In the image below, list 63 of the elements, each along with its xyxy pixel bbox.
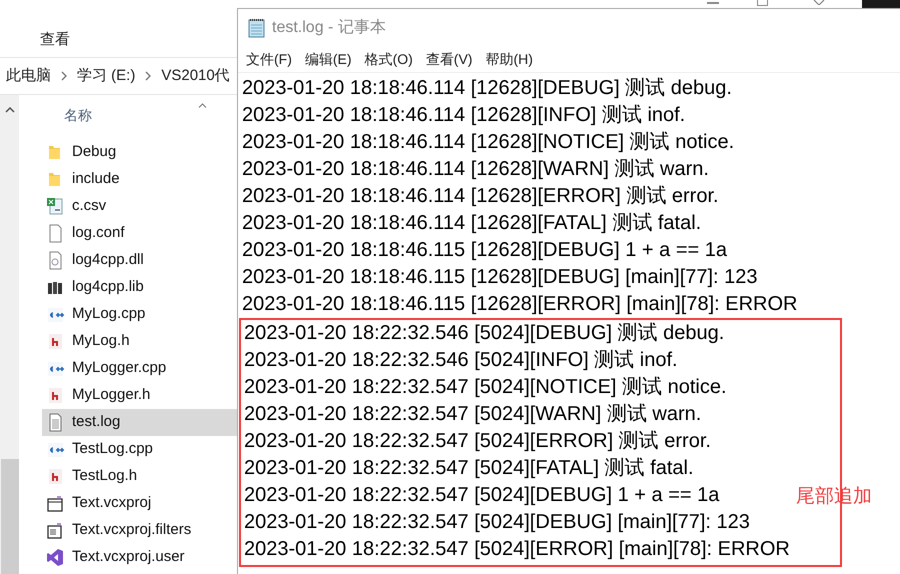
file-row[interactable]: log.conf [42, 220, 237, 247]
log-line: 2023-01-20 18:22:32.546 [5024][DEBUG] 测试 debug. [244, 321, 724, 346]
file-row[interactable]: include [42, 166, 237, 193]
window-edge [862, 0, 900, 8]
file-row[interactable]: c.csv [42, 193, 237, 220]
log-line: 2023-01-20 18:18:46.114 [12628][INFO] 测试 inof. [242, 103, 686, 128]
log-line: 2023-01-20 18:18:46.114 [12628][ERROR] 测试 error. [242, 184, 719, 209]
log-line: 2023-01-20 18:22:32.547 [5024][ERROR] [main][78]: ERROR [244, 537, 790, 562]
file-row[interactable]: MyLog.cpp [42, 301, 237, 328]
file-row[interactable]: Text.vcxproj.filters [42, 517, 237, 544]
log-line: 2023-01-20 18:22:32.547 [5024][DEBUG] [main][77]: 123 [244, 510, 750, 535]
log-line: 2023-01-20 18:22:32.547 [5024][FATAL] 测试 fatal. [244, 456, 694, 481]
log-line: 2023-01-20 18:18:46.114 [12628][NOTICE] 测试 notice. [242, 130, 734, 155]
breadcrumb-item[interactable]: VS2010代 [161, 64, 230, 88]
cpp-file-icon [46, 359, 64, 378]
header-file-icon [46, 332, 64, 351]
window-title: test.log - 记事本 [272, 18, 386, 38]
project-window-icon [46, 494, 64, 513]
log-line: 2023-01-20 18:18:46.115 [12628][DEBUG] [main][77]: 123 [242, 265, 758, 290]
file-row[interactable]: log4cpp.lib [42, 274, 237, 301]
sort-icon[interactable] [198, 103, 207, 108]
log-line: 2023-01-20 18:22:32.546 [5024][INFO] 测试 inof. [244, 348, 678, 373]
log-line: 2023-01-20 18:18:46.114 [12628][DEBUG] 测试 debug. [242, 76, 732, 101]
cpp-file-icon [46, 305, 64, 324]
chevron-icon [61, 71, 67, 81]
file-row[interactable]: TestLog.cpp [42, 436, 237, 463]
file-row[interactable]: test.log [42, 409, 237, 436]
maximize-button[interactable] [757, 0, 768, 6]
file-row[interactable]: MyLogger.cpp [42, 355, 237, 382]
close-icon[interactable] [813, 0, 825, 5]
file-row[interactable]: MyLogger.h [42, 382, 237, 409]
menu-item[interactable]: 查看(V) [426, 49, 472, 70]
file-row[interactable]: Text.vcxproj.user [42, 544, 237, 571]
menu-item[interactable]: 帮助(H) [485, 49, 533, 70]
log-line: 2023-01-20 18:22:32.547 [5024][DEBUG] 1 + a == 1a [244, 483, 720, 508]
log-line: 2023-01-20 18:18:46.115 [12628][DEBUG] 1 + a == 1a [242, 238, 727, 263]
notepad-icon [248, 18, 266, 38]
header-file-icon [46, 386, 64, 405]
log-line: 2023-01-20 18:18:46.114 [12628][FATAL] 测试 fatal. [242, 211, 702, 236]
log-line: 2023-01-20 18:22:32.547 [5024][ERROR] 测试 error. [244, 429, 711, 454]
file-row[interactable]: Text.vcxproj [42, 490, 237, 517]
menu-item[interactable]: 编辑(E) [304, 49, 352, 70]
menu-item[interactable]: 格式(O) [364, 49, 413, 70]
file-row[interactable]: TestLog.h [42, 463, 237, 490]
menu-item[interactable]: 文件(F) [246, 49, 292, 70]
log-line: 2023-01-20 18:18:46.114 [12628][WARN] 测试 warn. [242, 157, 709, 182]
file-row[interactable]: MyLog.h [42, 328, 237, 355]
log-line: 2023-01-20 18:22:32.547 [5024][NOTICE] 测试 notice. [244, 375, 727, 400]
spreadsheet-icon [46, 197, 64, 216]
log-line: 2023-01-20 18:22:32.547 [5024][WARN] 测试 warn. [244, 402, 702, 427]
chevron-icon [145, 71, 152, 81]
header-file-icon [46, 467, 64, 486]
file-row[interactable]: Debug [42, 139, 237, 166]
breadcrumb-item[interactable]: 学习 (E:) [77, 64, 136, 88]
log-line: 2023-01-20 18:18:46.115 [12628][ERROR] [main][78]: ERROR [242, 292, 798, 317]
column-header[interactable]: 名称 [64, 105, 92, 126]
scrollbar-thumb[interactable] [0, 459, 18, 574]
view-tab[interactable]: 查看 [40, 28, 70, 51]
file-row[interactable]: log4cpp.dll [42, 247, 237, 274]
breadcrumb-item[interactable]: 此电脑 [6, 64, 51, 88]
filter-document-icon [46, 521, 64, 540]
scroll-up-icon[interactable] [4, 107, 14, 113]
cpp-file-icon [46, 440, 64, 459]
